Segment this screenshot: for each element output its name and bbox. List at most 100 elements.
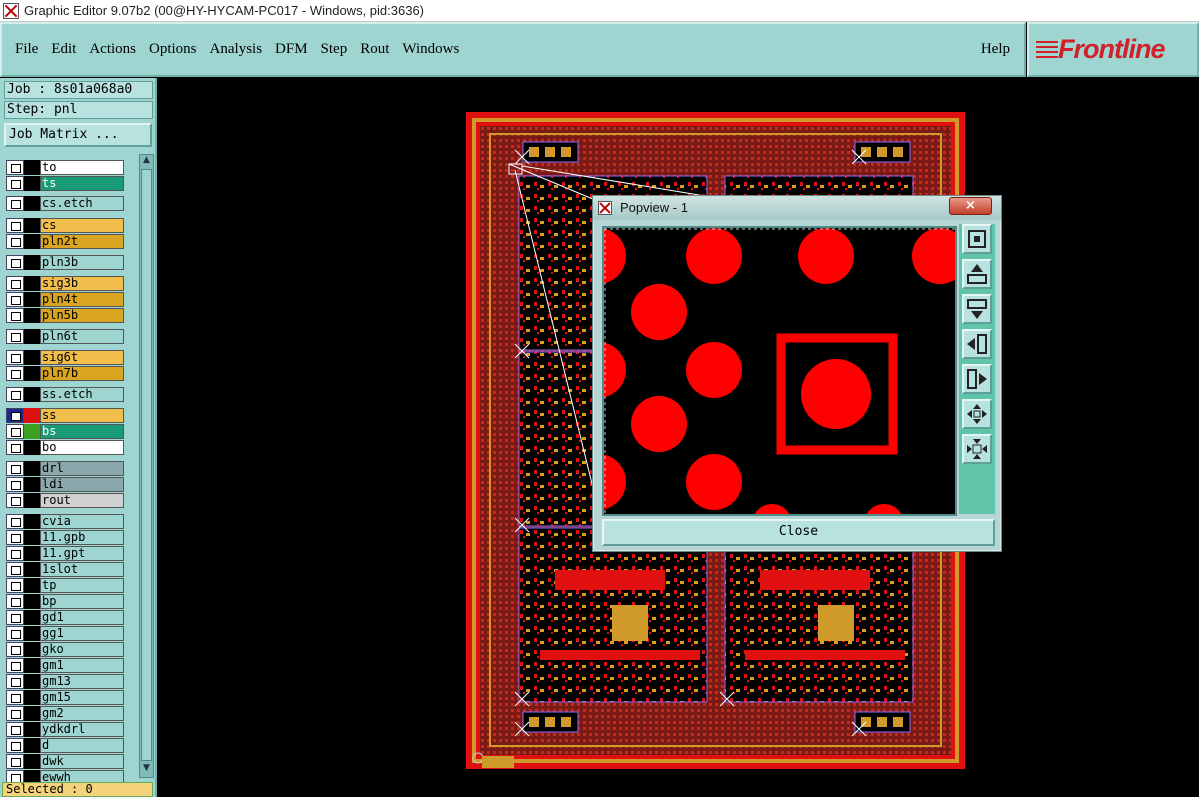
layer-checkbox[interactable] [6,292,24,307]
menu-file[interactable]: File [15,41,38,58]
pan-down-icon[interactable] [962,294,992,324]
layer-checkbox[interactable] [6,440,24,455]
layer-row-11-gpb[interactable]: 11.gpb [6,530,124,545]
pan-up-icon[interactable] [962,259,992,289]
layer-row-gd1[interactable]: gd1 [6,610,124,625]
layer-color-swatch[interactable] [24,530,40,545]
layer-color-swatch[interactable] [24,461,40,476]
layer-name[interactable]: pln6t [40,329,124,344]
layer-color-swatch[interactable] [24,255,40,270]
layer-checkbox[interactable] [6,160,24,175]
layer-checkbox[interactable] [6,196,24,211]
layer-color-swatch[interactable] [24,722,40,737]
layer-checkbox[interactable] [6,493,24,508]
layer-color-swatch[interactable] [24,674,40,689]
layer-color-swatch[interactable] [24,738,40,753]
layer-name[interactable]: 11.gpb [40,530,124,545]
layer-name[interactable]: 11.gpt [40,546,124,561]
menu-dfm[interactable]: DFM [275,41,308,58]
layer-row-gko[interactable]: gko [6,642,124,657]
layer-row-pln3b[interactable]: pln3b [6,255,124,270]
layer-checkbox[interactable] [6,176,24,191]
scroll-up-arrow-icon[interactable]: ▲ [141,155,152,166]
layer-row-rout[interactable]: rout [6,493,124,508]
layer-name[interactable]: sig3b [40,276,124,291]
layer-row-ss[interactable]: ss [6,408,124,423]
layer-row-cs-etch[interactable]: cs.etch [6,196,124,211]
popview-close-x-button[interactable]: × [949,197,992,215]
scroll-thumb[interactable] [141,169,152,761]
menu-options[interactable]: Options [149,41,197,58]
layer-name[interactable]: pln3b [40,255,124,270]
layer-checkbox[interactable] [6,477,24,492]
job-matrix-button[interactable]: Job Matrix ... [4,123,152,147]
layer-color-swatch[interactable] [24,610,40,625]
layer-row-tp[interactable]: tp [6,578,124,593]
layer-name[interactable]: ss [40,408,124,423]
layer-checkbox[interactable] [6,387,24,402]
layer-checkbox[interactable] [6,408,24,423]
layer-color-swatch[interactable] [24,176,40,191]
menu-help[interactable]: Help [981,41,1010,58]
layer-color-swatch[interactable] [24,493,40,508]
layer-checkbox[interactable] [6,642,24,657]
layer-row-sig3b[interactable]: sig3b [6,276,124,291]
layer-name[interactable]: bo [40,440,124,455]
layer-checkbox[interactable] [6,350,24,365]
layer-checkbox[interactable] [6,308,24,323]
layer-color-swatch[interactable] [24,658,40,673]
layer-row-ldi[interactable]: ldi [6,477,124,492]
layer-checkbox[interactable] [6,461,24,476]
layer-checkbox[interactable] [6,276,24,291]
layer-row-d[interactable]: d [6,738,124,753]
layer-name[interactable]: gm15 [40,690,124,705]
popview-viewport[interactable] [570,226,968,544]
layer-name[interactable]: rout [40,493,124,508]
menu-actions[interactable]: Actions [89,41,136,58]
layer-checkbox[interactable] [6,658,24,673]
layer-row-11-gpt[interactable]: 11.gpt [6,546,124,561]
layer-checkbox[interactable] [6,255,24,270]
pan-right-icon[interactable] [962,364,992,394]
layer-color-swatch[interactable] [24,387,40,402]
layer-name[interactable]: gm1 [40,658,124,673]
layer-color-swatch[interactable] [24,578,40,593]
layer-color-swatch[interactable] [24,440,40,455]
layer-name[interactable]: pln2t [40,234,124,249]
layer-checkbox[interactable] [6,514,24,529]
layer-color-swatch[interactable] [24,594,40,609]
layer-color-swatch[interactable] [24,350,40,365]
zoom-out-icon[interactable] [962,434,992,464]
layer-name[interactable]: bp [40,594,124,609]
layer-checkbox[interactable] [6,722,24,737]
layer-row-dwk[interactable]: dwk [6,754,124,769]
layer-row-gg1[interactable]: gg1 [6,626,124,641]
layer-name[interactable]: gm2 [40,706,124,721]
layer-row-1slot[interactable]: 1slot [6,562,124,577]
layer-checkbox[interactable] [6,754,24,769]
layer-color-swatch[interactable] [24,477,40,492]
layer-name[interactable]: ydkdrl [40,722,124,737]
layer-row-cs[interactable]: cs [6,218,124,233]
layer-name[interactable]: d [40,738,124,753]
layer-checkbox[interactable] [6,706,24,721]
layer-color-swatch[interactable] [24,276,40,291]
menu-edit[interactable]: Edit [51,41,76,58]
layer-color-swatch[interactable] [24,626,40,641]
layer-name[interactable]: gd1 [40,610,124,625]
menu-step[interactable]: Step [321,41,348,58]
layer-row-pln6t[interactable]: pln6t [6,329,124,344]
layer-name[interactable]: tp [40,578,124,593]
menu-rout[interactable]: Rout [360,41,389,58]
layer-name[interactable]: sig6t [40,350,124,365]
layer-checkbox[interactable] [6,218,24,233]
layer-color-swatch[interactable] [24,562,40,577]
layer-name[interactable]: ts [40,176,124,191]
layer-name[interactable]: gg1 [40,626,124,641]
layer-row-pln2t[interactable]: pln2t [6,234,124,249]
layer-row-pln7b[interactable]: pln7b [6,366,124,381]
layer-row-ss-etch[interactable]: ss.etch [6,387,124,402]
layer-color-swatch[interactable] [24,308,40,323]
layer-row-bs[interactable]: bs [6,424,124,439]
layer-name[interactable]: dwk [40,754,124,769]
